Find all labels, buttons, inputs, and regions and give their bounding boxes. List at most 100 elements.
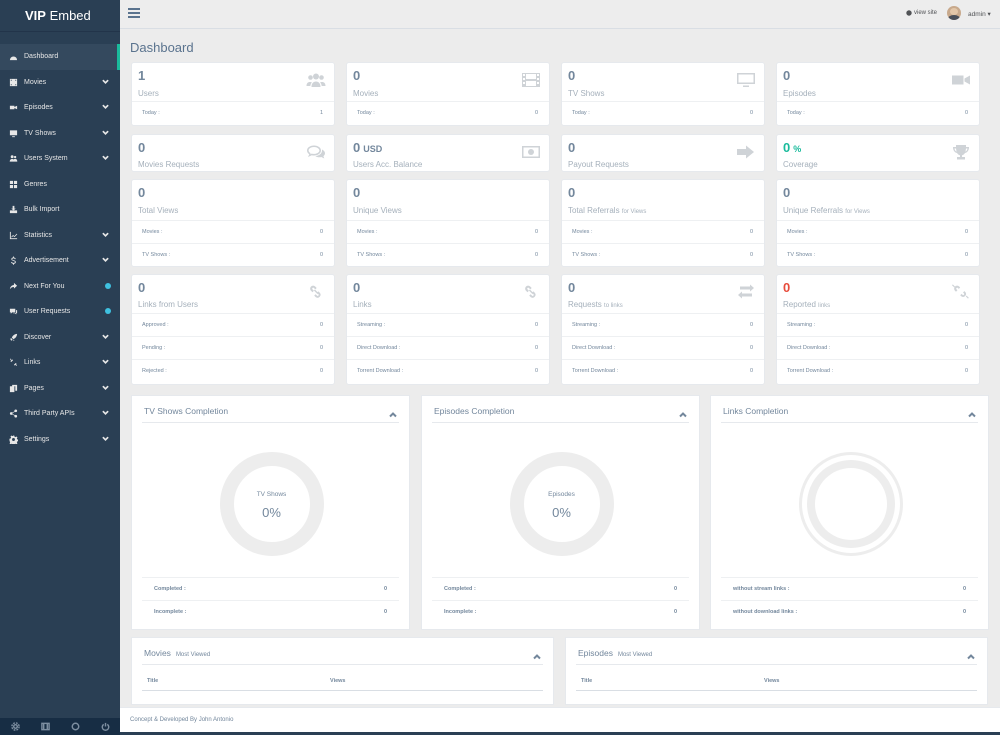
sidebar-item-label: Links <box>24 359 41 367</box>
power-icon[interactable] <box>101 718 110 735</box>
stat-label: TV Shows <box>568 89 605 98</box>
sidebar-item-advertisement[interactable]: Advertisement <box>0 248 120 274</box>
sidebar-item-movies[interactable]: Movies <box>0 70 120 96</box>
table-header: Title Views <box>576 673 977 691</box>
sidebar-item-discover[interactable]: Discover <box>0 325 120 351</box>
stat-row: TV Shows :0 <box>132 243 334 266</box>
sidebar-item-third-party-apis[interactable]: Third Party APIs <box>0 401 120 427</box>
circle-icon[interactable] <box>71 718 80 735</box>
link-icon <box>521 284 541 300</box>
top-navbar: view site admin ▾ <box>120 0 1000 29</box>
sidebar-item-label: Statistics <box>24 231 53 239</box>
sidebar-item-bulk-import[interactable]: Bulk Import <box>0 197 120 223</box>
sidebar-item-tv-shows[interactable]: TV Shows <box>0 121 120 147</box>
sidebar-item-settings[interactable]: Settings <box>0 427 120 453</box>
view-site-link[interactable]: view site <box>906 10 937 16</box>
sidebar-item-label: User Requests <box>24 308 71 316</box>
column-title[interactable]: Title <box>581 678 592 684</box>
stat-value: 0 <box>353 68 361 83</box>
tv-icon <box>736 72 756 88</box>
stat-row: Today :0 <box>562 101 764 124</box>
stat-label: Total Referrals for Views <box>568 206 647 215</box>
film-icon[interactable] <box>40 718 50 735</box>
sidebar-item-genres[interactable]: Genres <box>0 172 120 198</box>
links-ring-chart <box>798 452 903 556</box>
collapse-icon[interactable] <box>533 648 541 660</box>
user-menu[interactable]: admin ▾ <box>968 10 991 18</box>
settings-icon[interactable] <box>10 718 20 735</box>
stat-row: TV Shows :0 <box>347 243 549 266</box>
stat-card: 0 Reported links Streaming :0 Direct Downlo… <box>776 274 980 385</box>
table-header: Title Views <box>142 673 543 691</box>
chevron-down-icon <box>102 333 110 341</box>
sidebar-item-label: Discover <box>24 333 52 341</box>
completion-row: without download links :0 <box>721 600 978 623</box>
collapse-icon[interactable] <box>967 648 975 660</box>
collapse-icon[interactable] <box>968 406 976 418</box>
panel-title: Episodes Completion <box>434 406 515 416</box>
sidebar-item-users-system[interactable]: Users System <box>0 146 120 172</box>
video-camera-icon <box>951 72 971 88</box>
sidebar-item-label: Next For You <box>24 282 65 290</box>
donut-label: Episodes <box>548 491 575 498</box>
stat-value: 0 <box>138 185 146 200</box>
sidebar-item-label: Settings <box>24 435 50 443</box>
sidebar-item-label: Advertisement <box>24 257 69 265</box>
stat-card: 0 USD Users Acc. Balance <box>346 134 550 172</box>
stat-row: Direct Download :0 <box>562 336 764 359</box>
stat-card: 0 Unique Referrals for Views Movies :0 TV S… <box>776 179 980 267</box>
donut-value: 0% <box>552 505 571 520</box>
chevron-down-icon <box>102 358 110 366</box>
completion-panel: TV Shows Completion TV Shows 0% Completed :… <box>131 395 410 630</box>
pages-icon <box>8 384 18 392</box>
sidebar-item-statistics[interactable]: Statistics <box>0 223 120 249</box>
donut-value: 0% <box>262 505 281 520</box>
sidebar-item-episodes[interactable]: Episodes <box>0 95 120 121</box>
stat-row: Streaming :0 <box>562 313 764 336</box>
sidebar-item-user-requests[interactable]: User Requests <box>0 299 120 325</box>
page-footer: Concept & Developed By John Antonio <box>120 707 1000 735</box>
column-views[interactable]: Views <box>764 678 780 684</box>
comments-icon <box>8 308 18 316</box>
collapse-icon[interactable] <box>679 406 687 418</box>
stat-row: Streaming :0 <box>347 313 549 336</box>
stat-value: 0 <box>783 185 791 200</box>
stat-row: Today :0 <box>347 101 549 124</box>
rocket-icon <box>8 333 18 341</box>
chevron-down-icon <box>102 129 110 137</box>
sidebar-item-dashboard[interactable]: Dashboard <box>0 44 120 70</box>
users-icon <box>8 155 18 163</box>
brand-logo[interactable]: VIP Embed <box>0 0 120 32</box>
money-icon <box>521 144 541 160</box>
stat-value: 0 USD <box>353 140 383 155</box>
film-icon <box>8 78 18 86</box>
stat-label: Coverage <box>783 160 818 169</box>
stat-label: Movies <box>353 89 379 98</box>
stat-card: 0 Movies Requests <box>131 134 335 172</box>
stat-row: Movies :0 <box>562 220 764 243</box>
stat-row: Torrent Download :0 <box>347 359 549 382</box>
stat-label: Requests to links <box>568 300 623 309</box>
stat-row: Movies :0 <box>132 220 334 243</box>
collapse-icon[interactable] <box>389 406 397 418</box>
stat-value: 0 <box>568 185 576 200</box>
share-icon <box>8 282 18 290</box>
stat-row: Approved :0 <box>132 313 334 336</box>
completion-donut: Episodes 0% <box>509 452 614 556</box>
sidebar-item-pages[interactable]: Pages <box>0 376 120 402</box>
sidebar-item-links[interactable]: Links <box>0 350 120 376</box>
sidebar-footer <box>0 718 120 735</box>
stat-card: 0 Links from Users Approved :0 Pending :0R… <box>131 274 335 385</box>
stat-card: 0 Payout Requests <box>561 134 765 172</box>
column-views[interactable]: Views <box>330 678 346 684</box>
most-viewed-panel: Movies Most Viewed Title Views <box>131 637 554 705</box>
menu-toggle-icon[interactable] <box>128 8 140 18</box>
stat-card: 1 Users Today :1 <box>131 62 335 126</box>
stat-label: Unique Referrals for Views <box>783 206 870 215</box>
column-title[interactable]: Title <box>147 678 158 684</box>
panel-title: Movies Most Viewed <box>144 648 211 658</box>
stat-value: 0 <box>353 280 361 295</box>
link-icon <box>306 284 326 300</box>
avatar[interactable] <box>947 6 961 20</box>
sidebar-item-next-for-you[interactable]: Next For You <box>0 274 120 300</box>
